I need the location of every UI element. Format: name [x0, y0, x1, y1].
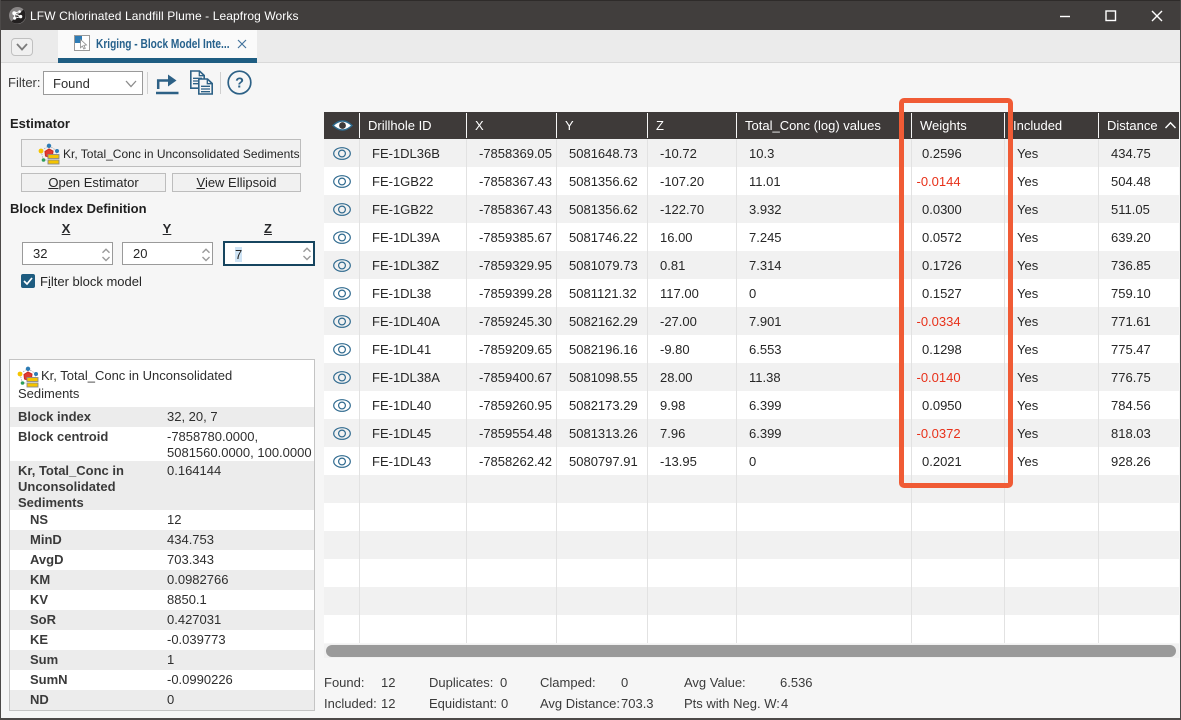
- svg-text:?: ?: [235, 76, 244, 92]
